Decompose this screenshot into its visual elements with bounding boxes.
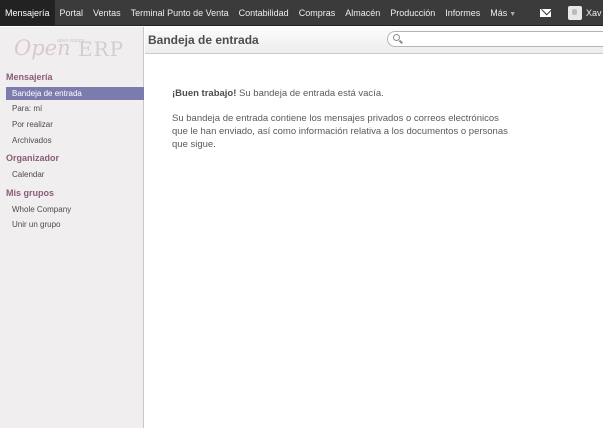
search-box[interactable] <box>387 31 603 47</box>
menu-mas-label: Más <box>490 8 508 18</box>
section-title-mensajeria: Mensajería <box>6 72 53 82</box>
sidebar: Open open source ERP Mensajería Bandeja … <box>0 27 144 428</box>
page-title: Bandeja de entrada <box>148 33 259 47</box>
menu-ventas[interactable]: Ventas <box>88 0 126 26</box>
empty-inbox-bold: ¡Buen trabajo! <box>172 88 237 99</box>
search-input[interactable] <box>404 33 600 45</box>
sidebar-item-archivados[interactable]: Archivados <box>6 134 144 147</box>
avatar[interactable] <box>568 6 582 20</box>
sidebar-item-para-mi[interactable]: Para: mí <box>6 102 144 115</box>
menu-almacen[interactable]: Almacén <box>340 0 385 26</box>
chevron-down-icon: ▼ <box>509 11 517 18</box>
empty-inbox-heading: ¡Buen trabajo! Su bandeja de entrada est… <box>172 88 384 100</box>
sidebar-item-unir-un-grupo[interactable]: Unir un grupo <box>6 218 144 231</box>
top-menu-bar: Mensajería Portal Ventas Terminal Punto … <box>0 0 603 26</box>
logo-erp-text: ERP <box>78 37 125 61</box>
menu-compras[interactable]: Compras <box>294 0 341 26</box>
search-icon <box>393 34 400 41</box>
menu-terminal-punto-de-venta[interactable]: Terminal Punto de Venta <box>126 0 234 26</box>
sidebar-item-whole-company[interactable]: Whole Company <box>6 203 144 216</box>
user-area: Xav <box>540 0 602 26</box>
view-header: Bandeja de entrada <box>145 27 603 54</box>
empty-inbox-heading-text: Su bandeja de entrada está vacía. <box>236 88 384 99</box>
sidebar-item-calendar[interactable]: Calendar <box>6 168 144 181</box>
menu-mensajeria[interactable]: Mensajería <box>0 0 55 26</box>
menu-contabilidad[interactable]: Contabilidad <box>234 0 294 26</box>
empty-inbox-line-2: que le han enviado, así como información… <box>172 126 508 137</box>
menu-mas[interactable]: Más ▼ <box>485 0 521 26</box>
top-menu: Mensajería Portal Ventas Terminal Punto … <box>0 0 521 26</box>
menu-produccion[interactable]: Producción <box>385 0 440 26</box>
sidebar-item-por-realizar[interactable]: Por realizar <box>6 118 144 131</box>
user-name[interactable]: Xav <box>586 8 602 18</box>
section-title-mis-grupos: Mis grupos <box>6 188 55 198</box>
menu-portal[interactable]: Portal <box>55 0 89 26</box>
menu-informes[interactable]: Informes <box>440 0 485 26</box>
openerp-logo[interactable]: Open open source ERP <box>10 35 138 65</box>
empty-inbox-line-3: que sigue. <box>172 139 216 150</box>
section-title-organizador: Organizador <box>6 153 60 163</box>
mail-icon[interactable] <box>540 9 551 17</box>
empty-inbox-line-1: Su bandeja de entrada contiene los mensa… <box>172 113 499 124</box>
sidebar-item-bandeja-de-entrada[interactable]: Bandeja de entrada <box>6 87 144 100</box>
